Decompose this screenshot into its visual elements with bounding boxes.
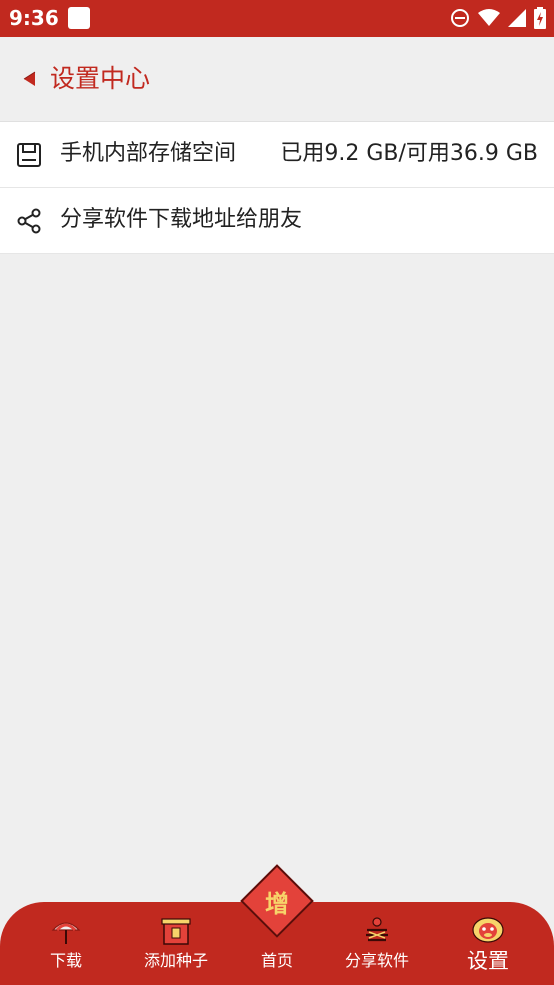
title-bar: 设置中心 (0, 37, 554, 121)
settings-list: 手机内部存储空间 已用9.2 GB/可用36.9 GB 分享软件下载地址给朋友 (0, 121, 554, 254)
nav-label: 添加种子 (143, 951, 208, 970)
wifi-icon (478, 9, 500, 26)
nav-label: 设置 (467, 949, 509, 973)
status-icons (450, 7, 546, 29)
firework-icon (366, 917, 388, 942)
nav-item-settings[interactable]: 设置 (438, 902, 538, 985)
dnd-icon (451, 9, 469, 27)
list-item-label: 分享软件下载地址给朋友 (60, 207, 303, 232)
home-icon: 增 (265, 889, 289, 918)
list-item-share[interactable]: 分享软件下载地址给朋友 (0, 188, 554, 254)
seed-icon (161, 918, 191, 945)
nav-item-add-seed[interactable]: 添加种子 (126, 902, 226, 985)
nav-item-download[interactable]: 下载 (16, 902, 116, 985)
signal-icon (508, 9, 526, 27)
list-item-storage[interactable]: 手机内部存储空间 已用9.2 GB/可用36.9 GB (0, 122, 554, 188)
back-arrow-icon (23, 71, 36, 86)
status-bar: 9:36 (0, 0, 554, 37)
battery-icon (534, 7, 546, 29)
nav-item-share-app[interactable]: 分享软件 (327, 902, 427, 985)
storage-icon (17, 143, 41, 167)
back-button[interactable] (14, 61, 44, 97)
lion-icon (472, 917, 504, 943)
nav-label: 分享软件 (344, 951, 409, 970)
storage-value: 已用9.2 GB/可用36.9 GB (280, 141, 538, 166)
nav-label: 下载 (49, 951, 82, 970)
notification-icon (68, 7, 90, 29)
share-icon (17, 208, 41, 234)
page-title: 设置中心 (50, 64, 151, 93)
umbrella-icon (51, 922, 81, 944)
status-time: 9:36 (9, 6, 59, 30)
nav-label: 首页 (260, 951, 293, 970)
list-item-label: 手机内部存储空间 (60, 141, 237, 166)
